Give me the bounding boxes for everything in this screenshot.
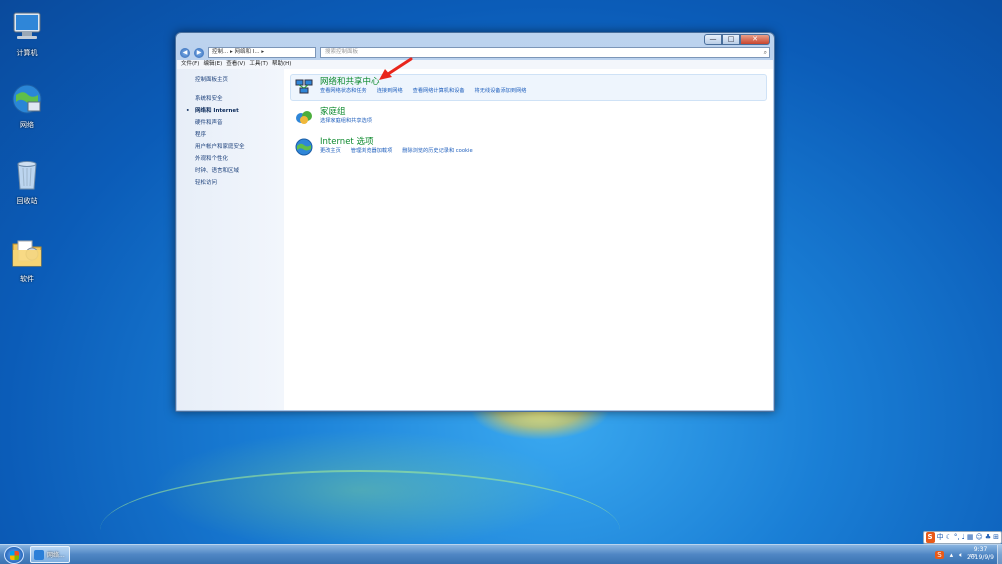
desktop-icon-label: 计算机 (16, 49, 38, 57)
menu-tools[interactable]: 工具(T) (249, 60, 268, 69)
sogou-logo-icon: S (925, 532, 935, 543)
menu-edit[interactable]: 编辑(E) (203, 60, 222, 69)
link-manage-add-ons[interactable]: 管理浏览器加载项 (351, 147, 393, 155)
desktop-icon-computer[interactable]: 计算机 (4, 10, 50, 58)
network-sharing-center-icon (293, 77, 315, 97)
desktop-icon-recycle-bin[interactable]: 回收站 (4, 158, 50, 206)
window-icon (34, 550, 44, 560)
desktop-icon-label: 网络 (20, 121, 34, 129)
forward-button[interactable]: ▶ (194, 47, 204, 58)
tray-expand-icon[interactable]: ▴ (950, 551, 954, 559)
link-homegroup-sharing-options[interactable]: 选择家庭组和共享选项 (320, 117, 372, 125)
computer-icon (10, 10, 44, 44)
windows-logo-icon (10, 551, 19, 560)
ime-keyboard-icon[interactable]: ▦ (967, 532, 974, 543)
window-client-area: 控制面板主页 系统和安全 网络和 Internet 硬件和声音 程序 用户帐户和… (177, 69, 773, 410)
maximize-button[interactable]: □ (722, 34, 740, 45)
menu-bar: 文件(F) 编辑(E) 查看(V) 工具(T) 帮助(H) (177, 60, 773, 69)
address-path: 控制... ▸ 网络和 I... ▸ (212, 49, 265, 55)
sidebar: 控制面板主页 系统和安全 网络和 Internet 硬件和声音 程序 用户帐户和… (177, 69, 284, 410)
tray-sogou-icon[interactable]: S (935, 551, 944, 559)
taskbar-item-label: 网络... (47, 552, 65, 559)
desktop-icon-software-folder[interactable]: 软件 (4, 236, 50, 284)
sidebar-item-clock-region[interactable]: 时钟、语言和区域 (195, 165, 284, 177)
recycle-bin-icon (10, 158, 44, 192)
caption-buttons: — □ ✕ (704, 34, 770, 45)
taskbar-item-network-window[interactable]: 网络... (30, 546, 70, 563)
clock-date: 2019/9/9 (967, 554, 994, 561)
sidebar-item-user-accounts[interactable]: 用户帐户和家庭安全 (195, 141, 284, 153)
desktop-icon-label: 回收站 (16, 197, 38, 205)
show-desktop-button[interactable] (997, 545, 1002, 564)
internet-options-globe-icon (293, 137, 315, 157)
menu-view[interactable]: 查看(V) (226, 60, 245, 69)
ime-shirt-icon[interactable]: ♣ (985, 532, 991, 543)
start-button[interactable] (4, 546, 24, 564)
category-title[interactable]: 网络和共享中心 (320, 77, 526, 87)
category-links: 选择家庭组和共享选项 (320, 117, 372, 125)
desktop-icon-label: 软件 (20, 275, 34, 283)
navigation-bar: ◀ ▶ 控制... ▸ 网络和 I... ▸ 搜索控制面板 ⌕ (180, 46, 770, 59)
sidebar-item-system-security[interactable]: 系统和安全 (195, 93, 284, 105)
link-add-wireless-device[interactable]: 将无线设备添加到网络 (475, 87, 527, 95)
sidebar-item-ease-of-access[interactable]: 轻松访问 (195, 177, 284, 189)
category-internet-options: Internet 选项 更改主页 管理浏览器加载项 删除浏览的历史记录和 coo… (290, 134, 767, 161)
ime-mic-icon[interactable]: ♩ (962, 532, 965, 543)
category-title[interactable]: Internet 选项 (320, 137, 473, 147)
search-icon: ⌕ (763, 49, 767, 56)
sidebar-item-appearance[interactable]: 外观和个性化 (195, 153, 284, 165)
control-panel-window: — □ ✕ ◀ ▶ 控制... ▸ 网络和 I... ▸ 搜索控制面板 ⌕ 文件… (175, 32, 775, 412)
address-bar[interactable]: 控制... ▸ 网络和 I... ▸ (208, 47, 316, 58)
sidebar-item-network-internet[interactable]: 网络和 Internet (186, 105, 284, 117)
taskbar: 网络... S ▴ 🔈︎ ▭ 9:37 2019/9/9 (0, 544, 1002, 564)
link-view-network-computers[interactable]: 查看网络计算机和设备 (413, 87, 465, 95)
sidebar-home-link[interactable]: 控制面板主页 (195, 75, 284, 83)
ime-grid-icon[interactable]: ⊞ (993, 532, 999, 543)
folder-icon (10, 236, 44, 270)
ime-mode-indicator[interactable]: 中 (937, 532, 944, 543)
category-homegroup: 家庭组 选择家庭组和共享选项 (290, 104, 767, 131)
menu-help[interactable]: 帮助(H) (272, 60, 291, 69)
annotation-arrow-icon (379, 57, 413, 80)
category-links: 更改主页 管理浏览器加载项 删除浏览的历史记录和 cookie (320, 147, 473, 155)
link-delete-history-cookies[interactable]: 删除浏览的历史记录和 cookie (402, 147, 472, 155)
network-globe-icon (10, 82, 44, 116)
clock-time: 9:37 (973, 546, 988, 553)
category-links: 查看网络状态和任务 连接到网络 查看网络计算机和设备 将无线设备添加到网络 (320, 87, 526, 95)
sidebar-item-hardware-sound[interactable]: 硬件和声音 (195, 117, 284, 129)
desktop-icon-network[interactable]: 网络 (4, 82, 50, 130)
homegroup-icon (293, 107, 315, 127)
sidebar-item-programs[interactable]: 程序 (195, 129, 284, 141)
ime-moon-icon[interactable]: ☾ (946, 532, 952, 543)
minimize-button[interactable]: — (704, 34, 722, 45)
menu-file[interactable]: 文件(F) (181, 60, 199, 69)
tray-volume-icon[interactable]: 🔈︎ (959, 551, 963, 560)
search-placeholder: 搜索控制面板 (325, 49, 359, 55)
ime-user-icon[interactable]: ☺ (976, 532, 983, 543)
category-title[interactable]: 家庭组 (320, 107, 372, 117)
ime-toolbar[interactable]: S 中 ☾ °, ♩ ▦ ☺ ♣ ⊞ (922, 531, 1002, 544)
link-view-network-status[interactable]: 查看网络状态和任务 (320, 87, 367, 95)
category-network-sharing-center: 网络和共享中心 查看网络状态和任务 连接到网络 查看网络计算机和设备 将无线设备… (290, 74, 767, 101)
link-change-homepage[interactable]: 更改主页 (320, 147, 341, 155)
back-button[interactable]: ◀ (180, 47, 190, 58)
clock[interactable]: 9:37 2019/9/9 (967, 546, 994, 562)
main-content: 网络和共享中心 查看网络状态和任务 连接到网络 查看网络计算机和设备 将无线设备… (284, 69, 773, 410)
link-connect-to-network[interactable]: 连接到网络 (377, 87, 403, 95)
close-button[interactable]: ✕ (740, 34, 770, 45)
ime-punctuation-icon[interactable]: °, (954, 532, 960, 543)
